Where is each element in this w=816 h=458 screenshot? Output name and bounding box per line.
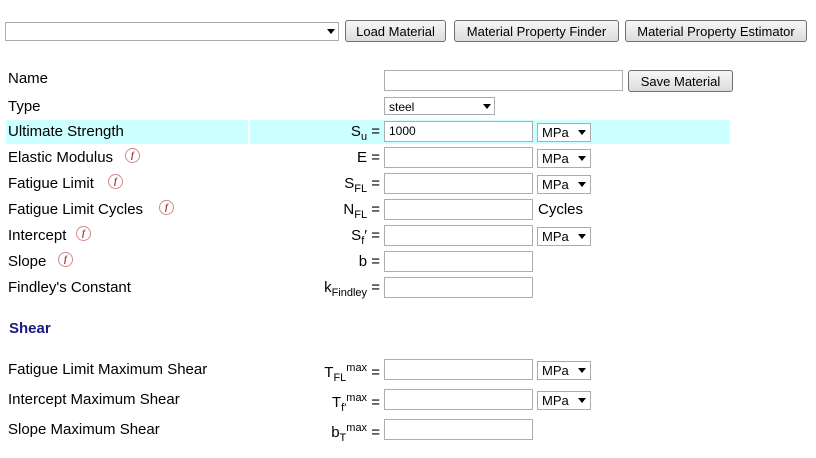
chevron-down-icon — [578, 234, 586, 239]
intercept-max-shear-unit-select[interactable]: MPa — [537, 391, 591, 410]
fatigue-limit-cycles-label: Fatigue Limit Cycles — [8, 201, 144, 218]
cycles-unit-label: Cycles — [538, 201, 584, 218]
slope-symbol: b = — [358, 253, 380, 270]
ultimate-strength-unit-select[interactable]: MPa — [537, 123, 591, 142]
chevron-down-icon — [578, 368, 586, 373]
elastic-modulus-label: Elastic Modulus — [8, 149, 114, 166]
material-property-finder-button[interactable]: Material Property Finder — [454, 20, 619, 42]
formula-icon[interactable]: f — [108, 174, 123, 189]
type-label: Type — [8, 98, 41, 115]
material-property-estimator-button[interactable]: Material Property Estimator — [625, 20, 807, 42]
chevron-down-icon — [578, 156, 586, 161]
fatigue-limit-unit-select[interactable]: MPa — [537, 175, 591, 194]
chevron-down-icon — [483, 104, 491, 109]
findley-constant-symbol: kFindley = — [324, 279, 380, 299]
chevron-down-icon — [578, 182, 586, 187]
load-material-button[interactable]: Load Material — [345, 20, 446, 42]
chevron-down-icon — [578, 398, 586, 403]
formula-icon[interactable]: f — [58, 252, 73, 267]
chevron-down-icon — [327, 29, 335, 34]
ultimate-strength-symbol: Su = — [350, 123, 380, 143]
slope-label: Slope — [8, 253, 47, 270]
ultimate-strength-input[interactable]: 1000 — [384, 121, 533, 142]
elastic-modulus-unit-select[interactable]: MPa — [537, 149, 591, 168]
fatigue-limit-label: Fatigue Limit — [8, 175, 94, 192]
fatigue-limit-max-shear-label: Fatigue Limit Maximum Shear — [8, 361, 208, 378]
intercept-max-shear-symbol: Tf′max = — [331, 392, 380, 414]
ultimate-strength-label: Ultimate Strength — [8, 123, 124, 140]
slope-max-shear-label: Slope Maximum Shear — [8, 421, 160, 438]
slope-max-shear-symbol: bTmax = — [331, 422, 380, 444]
formula-icon[interactable]: f — [76, 226, 91, 241]
elastic-modulus-symbol: E = — [357, 149, 380, 166]
save-material-button[interactable]: Save Material — [628, 70, 733, 92]
type-select[interactable]: steel — [384, 97, 495, 115]
name-label: Name — [8, 70, 49, 87]
intercept-label: Intercept — [8, 227, 67, 244]
shear-heading: Shear — [9, 320, 51, 337]
type-select-value: steel — [389, 100, 415, 114]
fatigue-limit-input[interactable] — [384, 173, 533, 194]
intercept-symbol: Sf′ = — [351, 227, 380, 247]
slope-input[interactable] — [384, 251, 533, 272]
intercept-max-shear-input[interactable] — [384, 389, 533, 410]
fatigue-limit-cycles-symbol: NFL = — [343, 201, 380, 221]
findley-constant-input[interactable] — [384, 277, 533, 298]
chevron-down-icon — [578, 130, 586, 135]
fatigue-limit-symbol: SFL = — [344, 175, 380, 195]
name-input[interactable] — [384, 70, 623, 91]
fatigue-limit-max-shear-unit-select[interactable]: MPa — [537, 361, 591, 380]
intercept-input[interactable] — [384, 225, 533, 246]
elastic-modulus-input[interactable] — [384, 147, 533, 168]
fatigue-limit-max-shear-input[interactable] — [384, 359, 533, 380]
intercept-max-shear-label: Intercept Maximum Shear — [8, 391, 180, 408]
findley-constant-label: Findley's Constant — [8, 279, 131, 296]
formula-icon[interactable]: f — [159, 200, 174, 215]
slope-max-shear-input[interactable] — [384, 419, 533, 440]
fatigue-limit-max-shear-symbol: TFLmax = — [324, 362, 380, 384]
formula-icon[interactable]: f — [125, 148, 140, 163]
intercept-unit-select[interactable]: MPa — [537, 227, 591, 246]
fatigue-limit-cycles-input[interactable] — [384, 199, 533, 220]
material-select[interactable] — [5, 22, 339, 41]
